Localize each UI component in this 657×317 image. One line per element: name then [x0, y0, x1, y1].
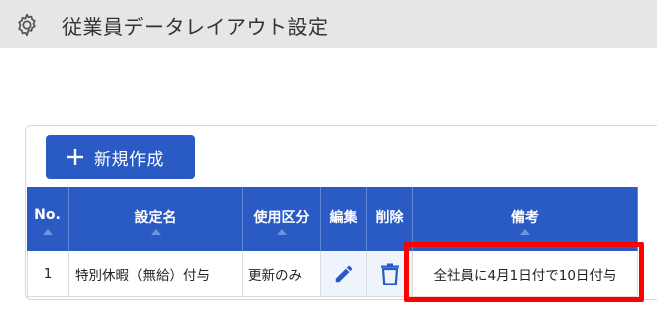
sort-icon: [42, 229, 53, 235]
cell-no: 1: [27, 251, 69, 297]
plus-icon: [67, 149, 83, 165]
edit-button[interactable]: [321, 251, 367, 297]
new-create-button[interactable]: 新規作成: [46, 135, 195, 179]
sort-icon: [520, 229, 530, 235]
trash-icon: [380, 263, 399, 285]
cell-usage: 更新のみ: [243, 251, 321, 297]
column-header-usage[interactable]: 使用区分: [243, 187, 321, 251]
column-header-setting-name[interactable]: 設定名: [69, 187, 243, 251]
gear-icon[interactable]: [14, 12, 40, 38]
title-bar: 従業員データレイアウト設定: [0, 0, 657, 48]
column-header-no[interactable]: No.: [27, 187, 69, 251]
highlight-box: [404, 242, 644, 302]
new-create-label: 新規作成: [94, 149, 164, 170]
page-title: 従業員データレイアウト設定: [62, 15, 329, 39]
sort-icon: [276, 229, 287, 235]
pencil-icon: [335, 265, 352, 282]
cell-setting-name[interactable]: 特別休暇（無給）付与: [69, 251, 243, 297]
sort-icon: [150, 229, 161, 235]
column-header-edit: 編集: [321, 187, 367, 251]
